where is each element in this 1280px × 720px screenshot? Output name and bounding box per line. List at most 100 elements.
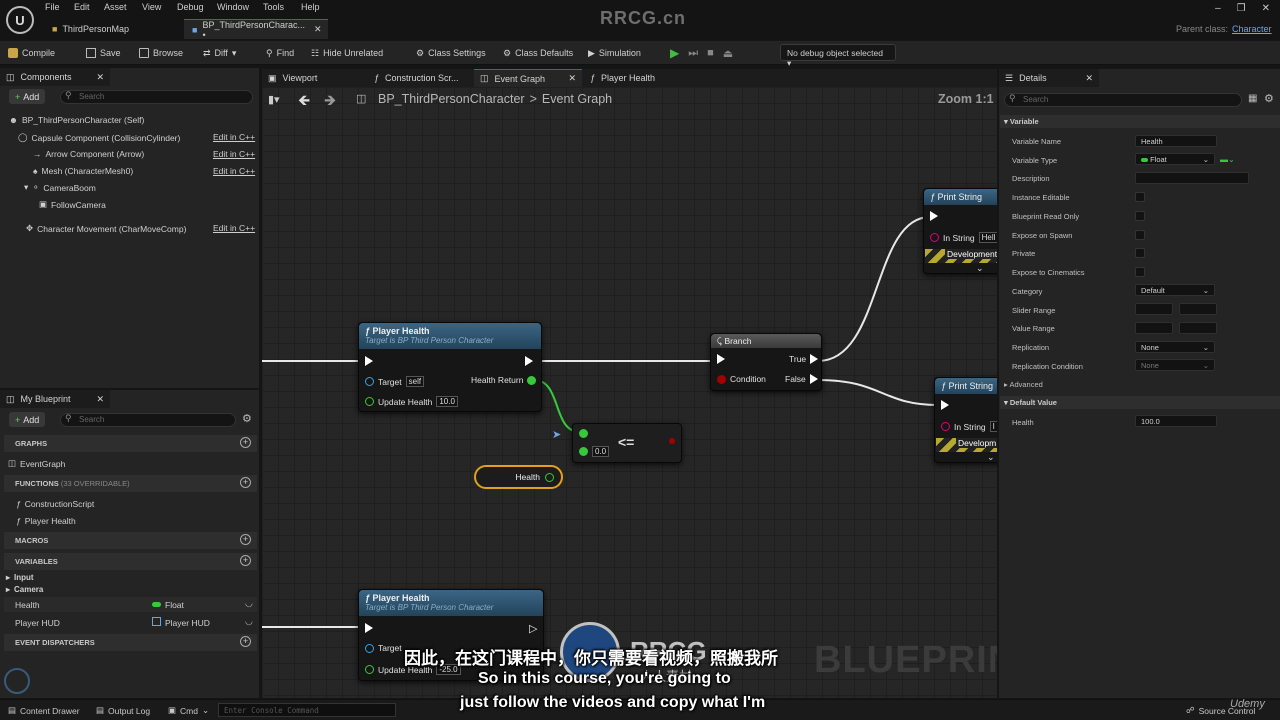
diff-button[interactable]: ⇄ Diff ▾ [203, 45, 236, 61]
eject-icon[interactable]: ⏏ [723, 47, 733, 60]
play-icon[interactable]: ▶ [670, 46, 679, 60]
replication-condition-select[interactable]: None ⌄ [1135, 359, 1215, 371]
maximize-icon[interactable]: ❐ [1237, 3, 1246, 14]
menu-window[interactable]: Window [217, 2, 249, 12]
add-blueprint-item-button[interactable]: + Add [9, 412, 46, 427]
browse-button[interactable]: Browse [139, 45, 183, 61]
replication-select[interactable]: None ⌄ [1135, 341, 1215, 353]
category-select[interactable]: Default ⌄ [1135, 284, 1215, 296]
parent-class-link[interactable]: Character [1232, 24, 1272, 34]
branch-node[interactable]: ⤹ Branch Condition True False [710, 333, 822, 391]
menu-tools[interactable]: Tools [263, 2, 284, 12]
target-pin[interactable]: Target [365, 643, 402, 653]
close-icon[interactable]: ✕ [568, 73, 576, 84]
edit-in-cpp-link[interactable]: Edit in C++ [213, 132, 255, 142]
debug-object-select[interactable]: No debug object selected ▾ [780, 44, 896, 68]
component-cameraboom[interactable]: ▾ ⚬ CameraBoom [24, 182, 96, 193]
variable-section-header[interactable] [1000, 115, 1280, 128]
advanced-section[interactable]: ▸ Advanced [1004, 380, 1043, 389]
blueprint-search-input[interactable]: Search [60, 413, 236, 427]
in-string-pin[interactable]: In String I [941, 421, 997, 432]
back-arrow-icon[interactable]: 🡸 [298, 90, 310, 115]
close-icon[interactable]: ✕ [96, 72, 104, 83]
menu-help[interactable]: Help [301, 2, 320, 12]
float-pin-icon[interactable] [579, 429, 588, 438]
compare-value-pin[interactable]: 0.0 [579, 446, 610, 457]
tab-event-graph[interactable]: ◫ Event Graph ✕ [474, 69, 582, 87]
expose-to-cinematics-checkbox[interactable] [1135, 267, 1145, 277]
components-search-input[interactable]: Search [60, 90, 253, 104]
eye-icon[interactable]: ◡ [245, 616, 253, 627]
close-icon[interactable]: ✕ [1085, 73, 1093, 84]
graph-eventgraph[interactable]: ◫ EventGraph [8, 458, 65, 469]
chevron-down-icon[interactable]: ⌄ [987, 452, 995, 463]
doc-tab-map[interactable]: ■ ThirdPersonMap [44, 19, 182, 39]
category-input[interactable]: ▸ Input [6, 573, 34, 582]
close-window-icon[interactable]: ✕ [1262, 3, 1270, 14]
print-string-node[interactable]: ƒ Print String In String I Developm ⌄ [934, 377, 997, 463]
slider-range-min[interactable] [1135, 303, 1173, 315]
function-playerhealth[interactable]: ƒ Player Health [16, 516, 76, 526]
description-input[interactable] [1135, 172, 1249, 184]
slider-range-max[interactable] [1179, 303, 1217, 315]
variables-section[interactable]: VARIABLES + [4, 553, 257, 570]
exec-in-pin[interactable] [365, 623, 373, 633]
instance-editable-checkbox[interactable] [1135, 192, 1145, 202]
edit-in-cpp-link[interactable]: Edit in C++ [213, 149, 255, 159]
tab-player-health[interactable]: ƒ Player Health [584, 69, 684, 87]
in-string-pin[interactable]: In String Hell [930, 232, 997, 243]
chevron-down-icon[interactable]: ▾ [24, 182, 28, 193]
simulation-button[interactable]: ▶ Simulation [588, 45, 641, 61]
true-pin[interactable]: True [789, 354, 819, 364]
menu-view[interactable]: View [142, 2, 161, 12]
add-variable-icon[interactable]: + [240, 555, 251, 566]
update-health-pin[interactable]: Update Health 10.0 [365, 396, 458, 407]
exec-in-pin[interactable] [930, 211, 938, 221]
condition-pin[interactable]: Condition [717, 374, 766, 384]
close-icon[interactable]: ✕ [96, 394, 104, 405]
add-component-button[interactable]: + Add [9, 89, 46, 104]
add-dispatcher-icon[interactable]: + [240, 636, 251, 647]
exec-in-pin[interactable] [365, 356, 373, 366]
eye-icon[interactable]: ◡ [245, 598, 253, 609]
variable-row-health[interactable] [4, 597, 257, 612]
exec-in-pin[interactable] [717, 354, 725, 364]
component-capsule[interactable]: ◯ Capsule Component (CollisionCylinder) [18, 132, 180, 143]
content-drawer-button[interactable]: ▤ Content Drawer [8, 705, 80, 716]
print-string-node[interactable]: ƒ Print String In String Hell Developmen… [923, 188, 997, 274]
find-button[interactable]: ⚲ Find [266, 45, 294, 61]
event-dispatchers-section[interactable]: EVENT DISPATCHERS + [4, 634, 257, 651]
forward-arrow-icon[interactable]: 🡺 [324, 90, 336, 115]
tab-viewport[interactable]: ▣ Viewport [262, 69, 367, 87]
private-checkbox[interactable] [1135, 248, 1145, 258]
close-icon[interactable]: ✕ [314, 24, 322, 35]
details-search-input[interactable]: Search [1004, 93, 1242, 107]
components-tab[interactable]: ◫ Components ✕ [0, 68, 110, 86]
component-mesh[interactable]: ♠ Mesh (CharacterMesh0) [33, 166, 133, 176]
event-graph-canvas[interactable]: ▮▾ 🡸 🡺 ◫ BP_ThirdPersonCharacter > Event… [262, 87, 997, 698]
variable-name-input[interactable]: Health [1135, 135, 1217, 147]
chevron-down-icon[interactable]: ⌄ [976, 263, 984, 274]
value-range-min[interactable] [1135, 322, 1173, 334]
bool-pin-icon[interactable] [669, 438, 675, 444]
add-macro-icon[interactable]: + [240, 534, 251, 545]
blueprint-read-only-checkbox[interactable] [1135, 211, 1145, 221]
graph-history-icon[interactable]: ▮▾ [268, 93, 280, 106]
macros-section[interactable]: MACROS + [4, 532, 257, 549]
functions-section[interactable]: FUNCTIONS (33 OVERRIDABLE) + [4, 475, 257, 492]
component-self[interactable]: ☻ BP_ThirdPersonCharacter (Self) [9, 115, 144, 125]
health-default-input[interactable]: 100.0 [1135, 415, 1217, 427]
edit-in-cpp-link[interactable]: Edit in C++ [213, 166, 255, 176]
minimize-icon[interactable]: – [1215, 3, 1221, 14]
component-followcamera[interactable]: ▣ FollowCamera [39, 199, 106, 210]
cmd-select[interactable]: ▣ Cmd ⌄ [168, 705, 209, 716]
step-icon[interactable]: ⏭ [688, 47, 698, 60]
exec-out-pin[interactable] [525, 356, 533, 366]
target-pin[interactable]: Target self [365, 376, 425, 387]
health-return-pin[interactable]: Health Return [471, 375, 537, 385]
my-blueprint-tab[interactable]: ◫ My Blueprint ✕ [0, 390, 110, 408]
gear-icon[interactable]: ⚙ [242, 412, 252, 425]
expose-on-spawn-checkbox[interactable] [1135, 230, 1145, 240]
graphs-section[interactable]: GRAPHS + [4, 435, 257, 452]
doc-tab-blueprint[interactable]: ■ BP_ThirdPersonCharac... • ✕ [184, 19, 328, 40]
